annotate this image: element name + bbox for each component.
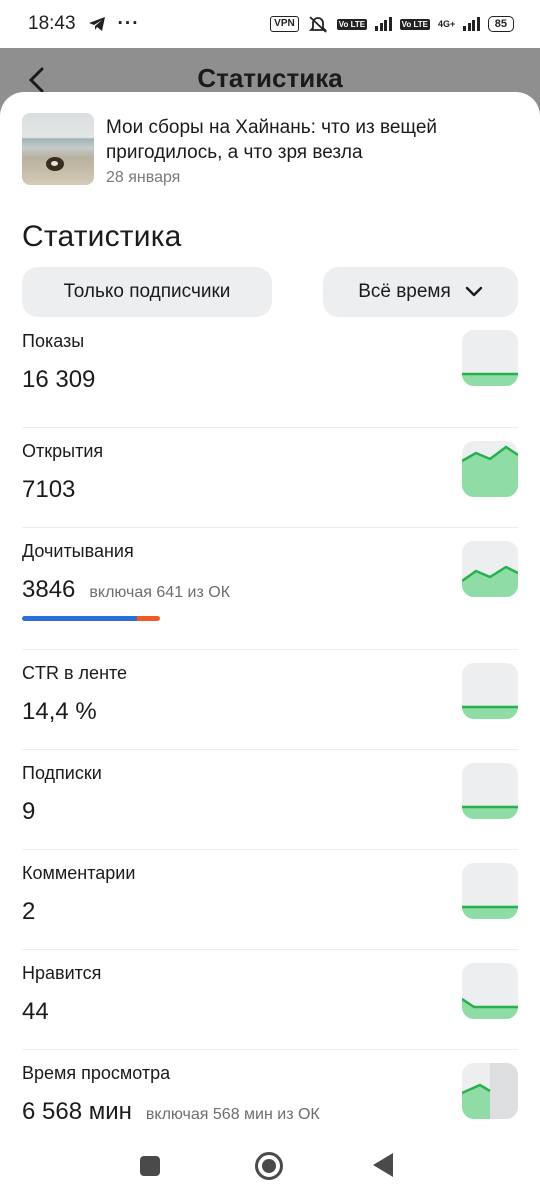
metric-value: 2: [22, 898, 35, 926]
period-label: Всё время: [358, 281, 451, 302]
signal-icon-2: [463, 17, 480, 31]
metric-number: 44: [22, 998, 49, 1025]
metric-label: Нравится: [22, 963, 102, 983]
metric-label: CTR в ленте: [22, 663, 128, 683]
metrics-list: Показы 16 309 Открытия 7103 Дочитывания 3846 в…: [22, 328, 518, 1132]
metric-label: Подписки: [22, 763, 102, 783]
metric-row[interactable]: Показы 16 309: [22, 328, 518, 428]
sparkline-chart[interactable]: [462, 863, 518, 919]
progress-main-segment: [22, 616, 137, 621]
more-notifications-icon: ···: [117, 13, 140, 34]
section-title: Статистика: [22, 220, 182, 253]
signal-icon: [375, 17, 392, 31]
metric-number: 6 568 мин: [22, 1098, 132, 1125]
metric-value: 9: [22, 798, 35, 826]
metric-note: включая 568 мин из ОК: [145, 1106, 320, 1123]
network-type: 4G+: [437, 19, 456, 29]
back-button[interactable]: [373, 1153, 393, 1177]
metric-note: включая 641 из ОК: [89, 584, 231, 601]
sparkline-chart[interactable]: [462, 441, 518, 497]
article-card[interactable]: Мои сборы на Хайнань: что из вещей приго…: [22, 113, 518, 187]
status-time: 18:43: [28, 13, 76, 34]
metric-label: Показы: [22, 331, 85, 351]
status-bar: 18:43 ··· VPN Vo LTE Vo LTE 4G+ 85: [0, 0, 540, 48]
vpn-indicator: VPN: [270, 16, 299, 32]
article-thumbnail: [22, 113, 94, 185]
volte-indicator-2: Vo LTE: [399, 18, 430, 30]
subscribers-only-label: Только подписчики: [63, 281, 231, 302]
read-progress-bar: [22, 616, 160, 621]
metric-row[interactable]: CTR в ленте 14,4 %: [22, 650, 518, 750]
metric-row[interactable]: Открытия 7103: [22, 428, 518, 528]
subscribers-only-button[interactable]: Только подписчики: [22, 267, 272, 317]
metric-label: Открытия: [22, 441, 104, 461]
battery-indicator: 85: [487, 16, 514, 32]
metric-value: 14,4 %: [22, 698, 97, 726]
article-title: Мои сборы на Хайнань: что из вещей приго…: [106, 117, 438, 163]
metric-number: 2: [22, 898, 36, 925]
metric-number: 16 309: [22, 366, 96, 393]
sparkline-chart[interactable]: [462, 963, 518, 1019]
sparkline-chart[interactable]: [462, 541, 518, 597]
system-nav-bar: [0, 1132, 540, 1200]
metric-value: 7103: [22, 476, 75, 504]
metric-label: Время просмотра: [22, 1063, 171, 1083]
sparkline-chart[interactable]: [462, 330, 518, 386]
article-date: 28 января: [106, 169, 181, 186]
metric-label: Дочитывания: [22, 541, 134, 561]
sparkline-chart[interactable]: [462, 663, 518, 719]
metric-value: 16 309: [22, 366, 95, 394]
metric-number: 3846: [22, 576, 76, 603]
back-arrow-icon[interactable]: [26, 66, 48, 94]
metric-number: 9: [22, 798, 36, 825]
progress-ok-segment: [136, 616, 160, 621]
metric-number: 7103: [22, 476, 76, 503]
recent-apps-button[interactable]: [140, 1156, 160, 1176]
metric-row[interactable]: Подписки 9: [22, 750, 518, 850]
metric-row[interactable]: Время просмотра 6 568 мин включая 568 мин …: [22, 1050, 518, 1132]
background-title: Статистика: [197, 62, 343, 93]
sparkline-chart[interactable]: [462, 1063, 518, 1119]
chevron-down-icon: [465, 286, 482, 297]
metric-label: Комментарии: [22, 863, 136, 883]
sparkline-chart[interactable]: [462, 763, 518, 819]
period-dropdown[interactable]: Всё время: [323, 267, 518, 317]
metric-value: 3846 включая 641 из ОК: [22, 576, 230, 604]
metric-number: 14,4 %: [22, 698, 97, 725]
home-button[interactable]: [255, 1152, 283, 1180]
metric-row[interactable]: Нравится 44: [22, 950, 518, 1050]
metric-value: 6 568 мин включая 568 мин из ОК: [22, 1098, 320, 1126]
metric-row[interactable]: Дочитывания 3846 включая 641 из ОК: [22, 528, 518, 650]
metric-row[interactable]: Комментарии 2: [22, 850, 518, 950]
mute-icon: [308, 16, 327, 33]
metric-value: 44: [22, 998, 49, 1026]
telegram-icon: [88, 17, 105, 31]
volte-indicator: Vo LTE: [336, 18, 368, 30]
statistics-sheet: Мои сборы на Хайнань: что из вещей приго…: [0, 92, 540, 1132]
